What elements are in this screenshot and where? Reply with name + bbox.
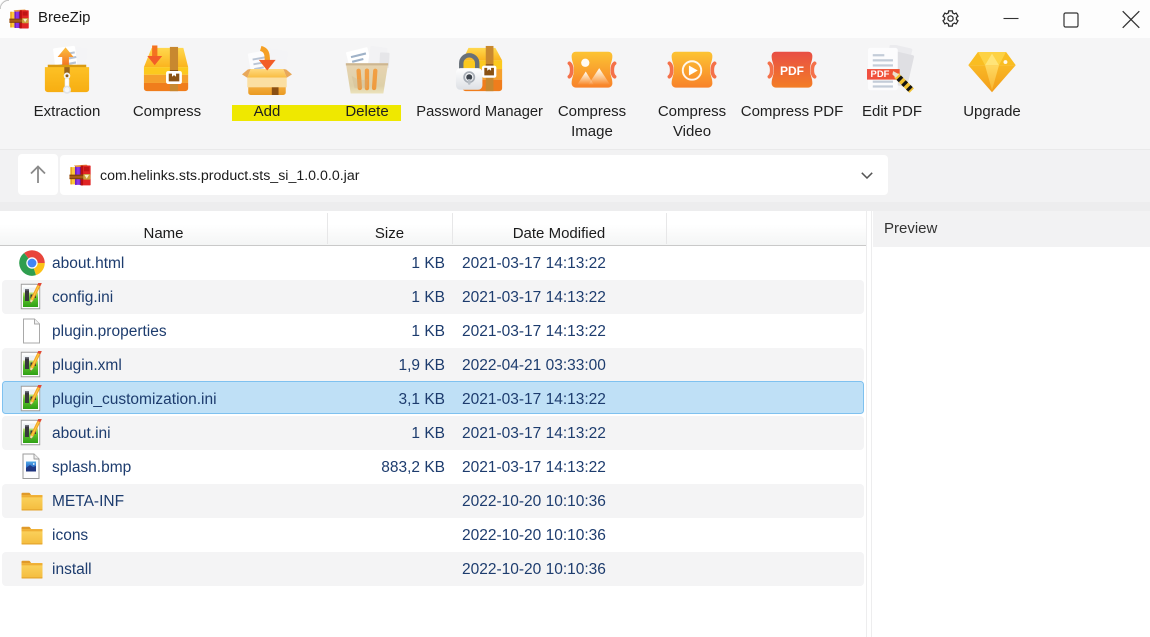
svg-text:PDF: PDF <box>871 68 890 79</box>
svg-text:PDF: PDF <box>780 64 804 78</box>
